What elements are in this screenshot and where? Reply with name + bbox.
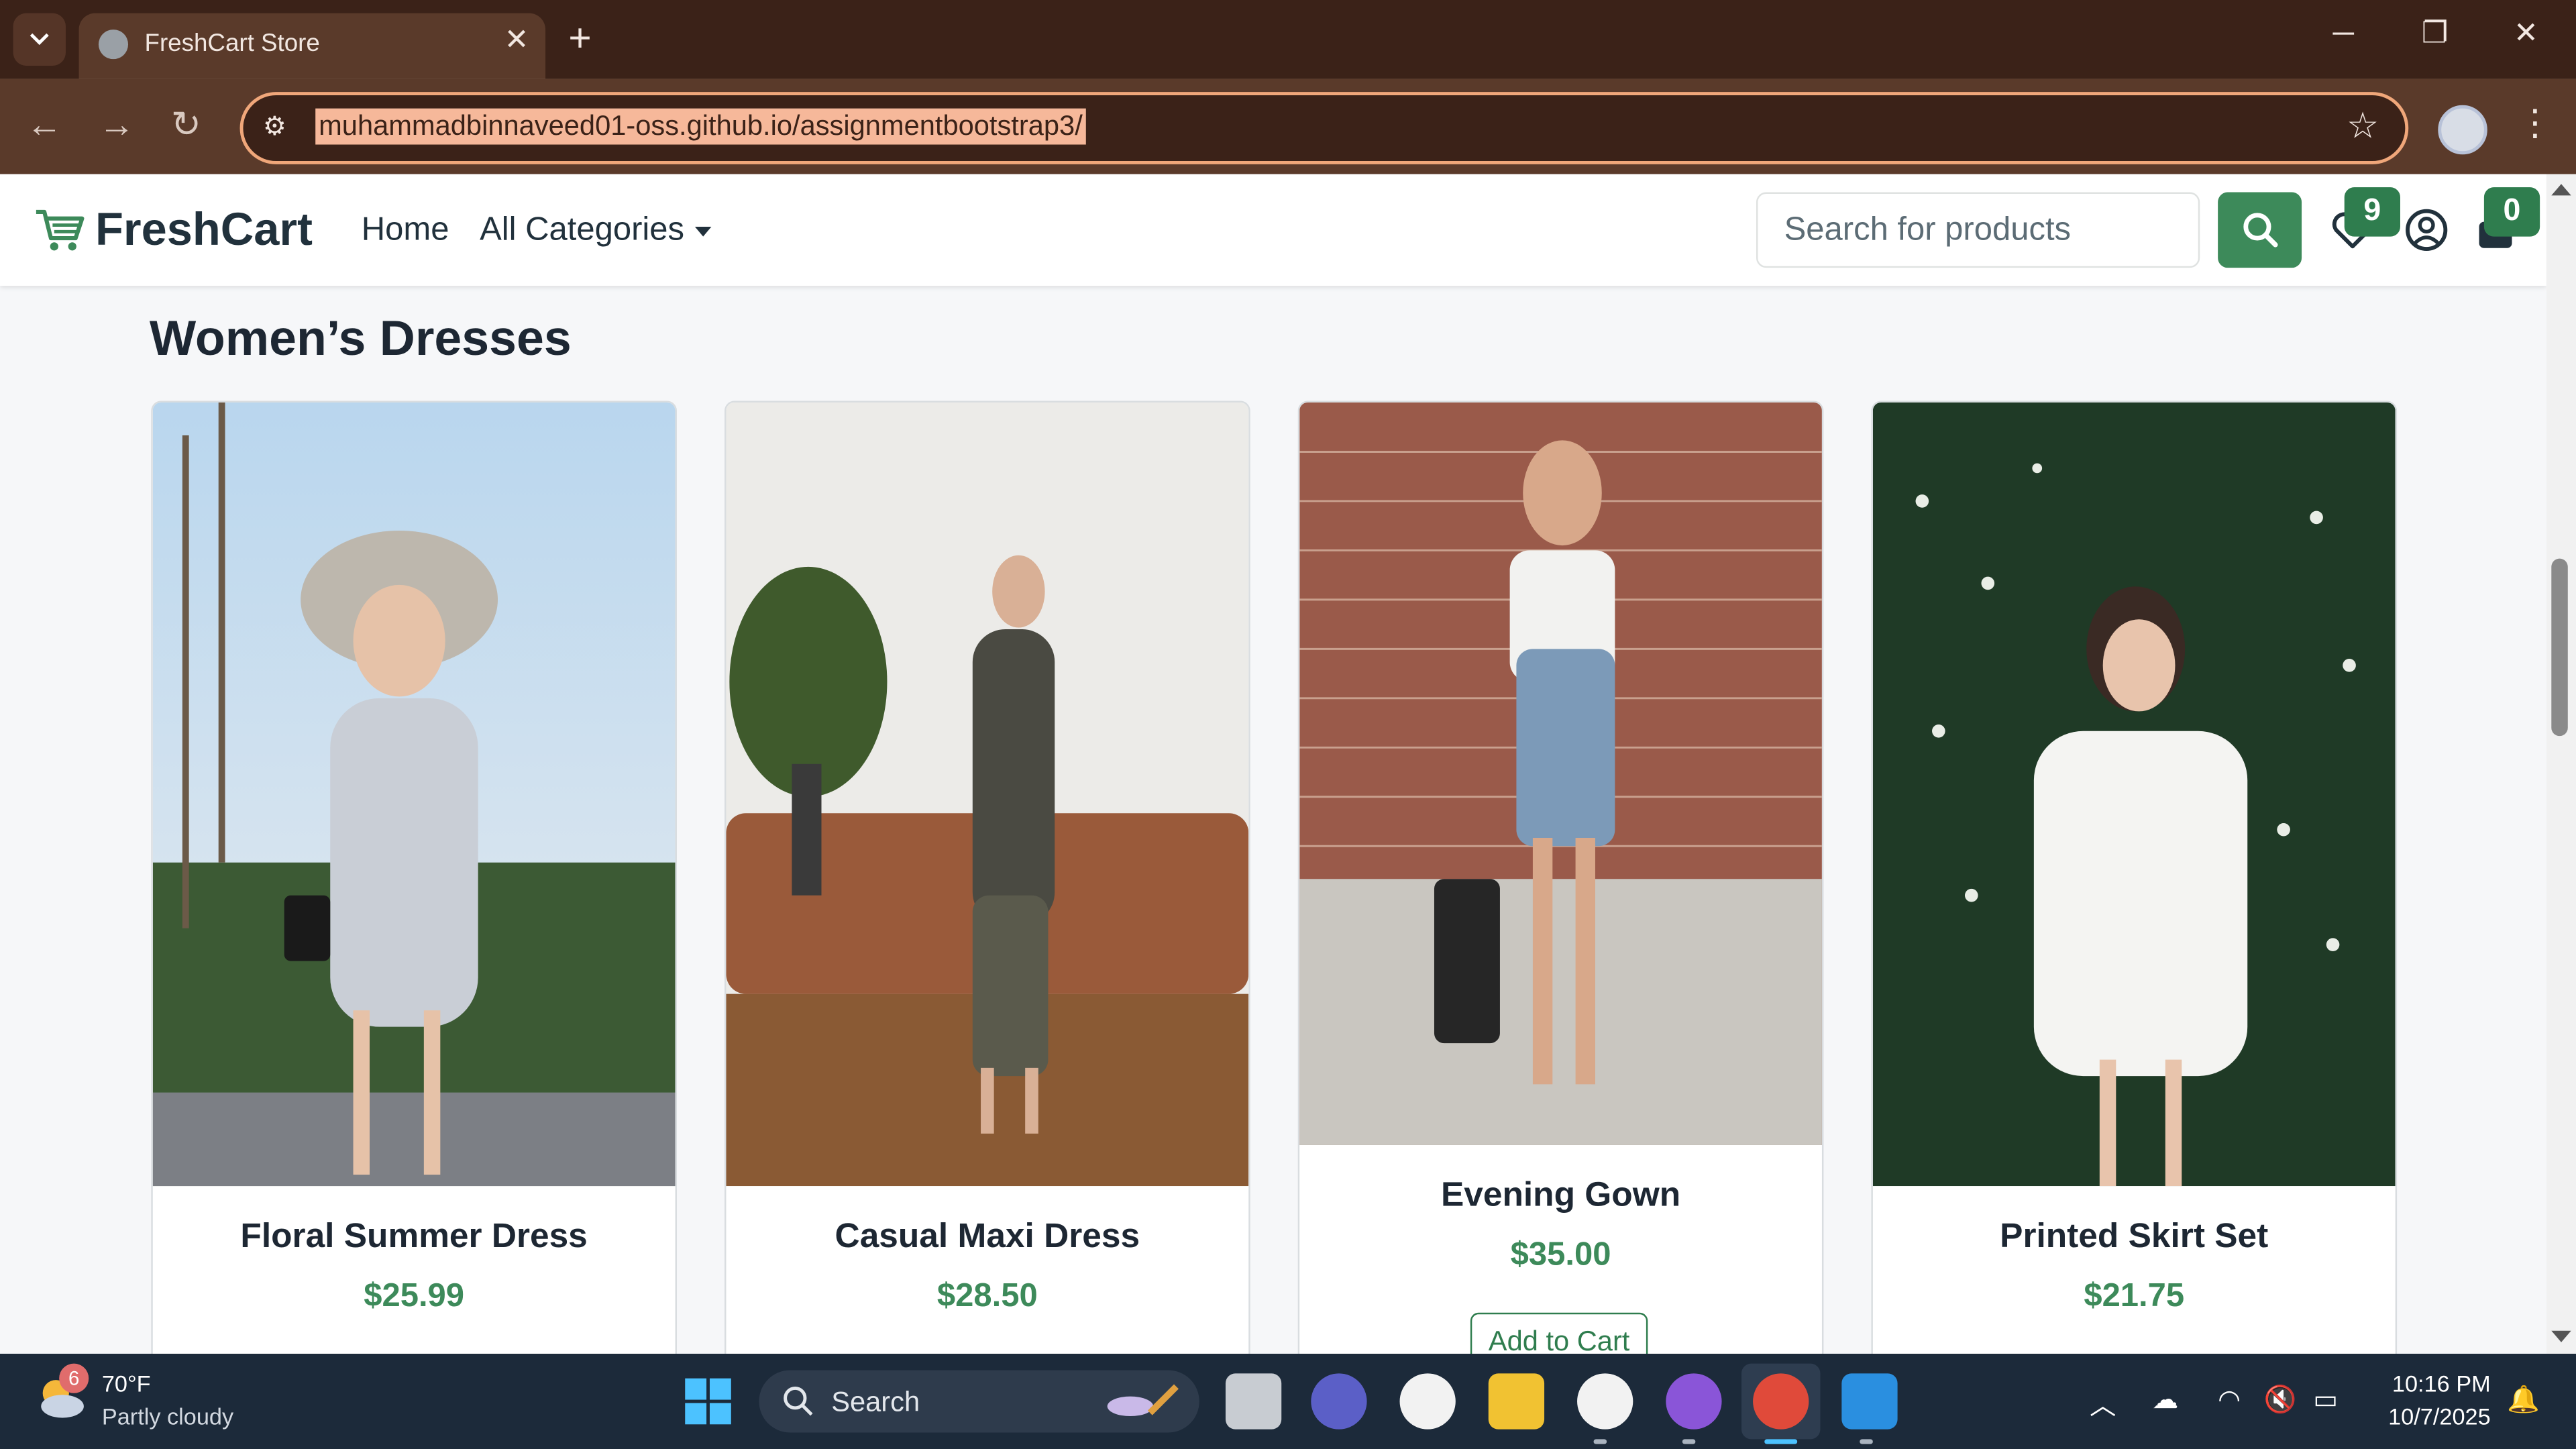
running-indicator <box>1860 1439 1873 1444</box>
tab-search-button[interactable] <box>13 13 66 66</box>
weather-alert-badge: 6 <box>59 1363 89 1393</box>
vscode-icon[interactable] <box>1841 1373 1898 1430</box>
browser-tab[interactable]: FreshCart Store ✕ <box>78 13 546 79</box>
section-title: Women’s Dresses <box>149 312 572 367</box>
taskbar-search-label: Search <box>831 1386 920 1418</box>
search-input[interactable] <box>1756 192 2200 268</box>
product-price: $25.99 <box>364 1278 465 1315</box>
search-icon <box>2243 213 2277 248</box>
wishlist-count-badge: 9 <box>2344 187 2400 237</box>
clock-date[interactable]: 10/7/2025 <box>2372 1403 2491 1429</box>
product-price: $21.75 <box>2084 1278 2185 1315</box>
scrollbar-thumb[interactable] <box>2551 558 2568 737</box>
close-window-button[interactable]: ✕ <box>2514 16 2538 50</box>
globe-icon <box>98 30 129 60</box>
shopping-cart-icon <box>36 209 85 251</box>
minimize-button[interactable]: ─ <box>2333 16 2354 50</box>
caret-down-icon <box>694 226 711 236</box>
product-image[interactable] <box>1872 402 2396 1187</box>
search-button[interactable] <box>2218 192 2302 268</box>
nav-dropdown-categories[interactable]: All Categories <box>480 211 711 250</box>
address-bar[interactable]: ⚙ muhammadbinnaveed01-oss.github.io/assi… <box>239 92 2409 164</box>
onedrive-icon[interactable]: ☁ <box>2152 1383 2178 1416</box>
scroll-up-arrow-icon[interactable] <box>2551 184 2571 196</box>
product-price: $35.00 <box>1510 1237 1611 1273</box>
running-indicator <box>1682 1439 1696 1444</box>
notification-bell-icon[interactable]: 🔔 <box>2507 1383 2540 1416</box>
search-highlight-icon <box>1107 1384 1179 1417</box>
browser-toolbar: ← → ↻ ⚙ muhammadbinnaveed01-oss.github.i… <box>0 78 2576 174</box>
chevron-down-icon <box>30 33 49 46</box>
restore-button[interactable]: ❐ <box>2422 16 2449 50</box>
scroll-down-arrow-icon[interactable] <box>2551 1330 2571 1342</box>
windows-start-icon[interactable] <box>684 1377 733 1426</box>
site-navbar: FreshCart Home All Categories 9 0 <box>0 174 2546 286</box>
mongodb-icon[interactable] <box>1399 1373 1456 1430</box>
browser-tab-strip: FreshCart Store ✕ + ─ ❐ ✕ <box>0 0 2576 79</box>
categories-label: All Categories <box>480 211 685 248</box>
product-card: Floral Summer Dress $25.99 <box>151 400 677 1354</box>
github-icon[interactable] <box>1577 1373 1633 1430</box>
web-page: FreshCart Home All Categories 9 0 Women’… <box>0 174 2546 1354</box>
cart-count-badge: 0 <box>2483 187 2540 237</box>
url-text[interactable]: muhammadbinnaveed01-oss.github.io/assign… <box>315 108 1086 145</box>
forward-arrow-icon[interactable]: → <box>99 105 135 145</box>
product-name[interactable]: Casual Maxi Dress <box>726 1218 1248 1257</box>
weather-description[interactable]: Partly cloudy <box>102 1403 233 1429</box>
account-button[interactable] <box>2404 207 2450 254</box>
taskbar-search[interactable]: Search <box>759 1370 1199 1433</box>
teams-icon[interactable] <box>1311 1373 1367 1430</box>
product-name[interactable]: Floral Summer Dress <box>153 1218 676 1257</box>
product-name[interactable]: Printed Skirt Set <box>1873 1218 2396 1257</box>
weather-temperature[interactable]: 70°F <box>102 1370 151 1396</box>
active-indicator <box>1764 1439 1798 1444</box>
product-name[interactable]: Evening Gown <box>1299 1176 1822 1216</box>
profile-avatar[interactable] <box>2438 105 2487 155</box>
page-scrollbar[interactable] <box>2546 174 2576 1354</box>
product-image[interactable] <box>1299 402 1822 1145</box>
bookmark-star-icon[interactable]: ☆ <box>2347 105 2379 148</box>
menu-kebab-icon[interactable]: ⋮ <box>2517 102 2553 145</box>
clock-time[interactable]: 10:16 PM <box>2379 1370 2491 1396</box>
github-desktop-icon[interactable] <box>1666 1373 1722 1430</box>
wifi-icon[interactable]: ◠ <box>2218 1383 2241 1416</box>
site-info-icon[interactable]: ⚙ <box>263 110 286 143</box>
product-card: Casual Maxi Dress $28.50 <box>724 400 1250 1354</box>
running-indicator <box>1593 1439 1607 1444</box>
product-image[interactable] <box>152 402 676 1187</box>
search-icon <box>784 1386 813 1416</box>
close-tab-icon[interactable]: ✕ <box>504 23 529 57</box>
reload-icon[interactable]: ↻ <box>171 105 201 145</box>
speaker-muted-icon[interactable]: 🔇 <box>2264 1383 2297 1416</box>
brand-name: FreshCart <box>95 203 313 255</box>
back-arrow-icon[interactable]: ← <box>26 105 62 145</box>
new-tab-button[interactable]: + <box>568 16 591 62</box>
chrome-icon[interactable] <box>1753 1373 1809 1430</box>
task-view-icon[interactable] <box>1225 1373 1282 1430</box>
product-image[interactable] <box>726 402 1249 1187</box>
file-explorer-icon[interactable] <box>1488 1373 1545 1430</box>
product-card: Printed Skirt Set $21.75 <box>1871 400 2398 1354</box>
battery-icon[interactable]: ▭ <box>2313 1383 2338 1416</box>
add-to-cart-button[interactable]: Add to Cart <box>1470 1312 1648 1354</box>
nav-link-home[interactable]: Home <box>362 212 449 250</box>
product-card: Evening Gown $35.00 Add to Cart <box>1297 400 1824 1354</box>
user-circle-icon <box>2406 209 2448 251</box>
windows-taskbar: 6 70°F Partly cloudy Search ︿ ☁ ◠ 🔇 ▭ 10… <box>0 1353 2576 1449</box>
product-price: $28.50 <box>936 1278 1038 1315</box>
brand-logo[interactable]: FreshCart <box>33 204 313 256</box>
chevron-up-icon[interactable]: ︿ <box>2090 1383 2116 1423</box>
tab-title: FreshCart Store <box>144 30 320 58</box>
